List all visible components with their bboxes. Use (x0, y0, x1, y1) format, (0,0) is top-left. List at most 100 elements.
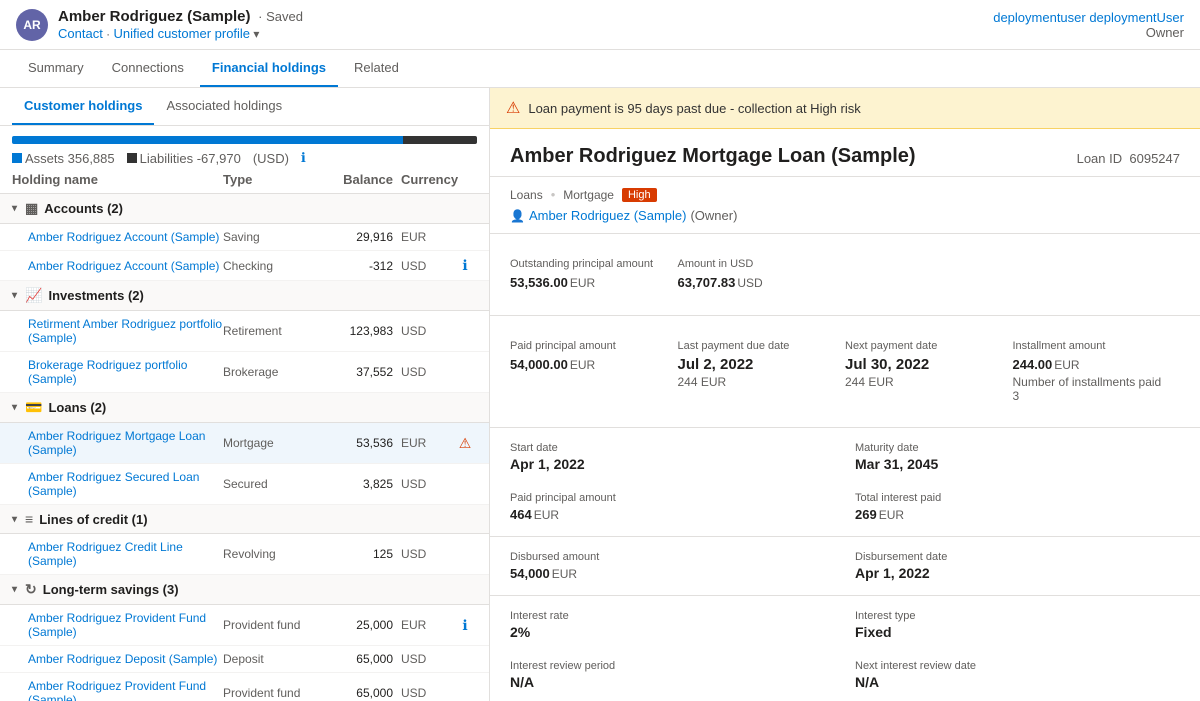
item-type: Provident fund (223, 686, 323, 700)
list-item[interactable]: Amber Rodriguez Mortgage Loan (Sample) M… (0, 423, 489, 464)
list-item[interactable]: Amber Rodriguez Provident Fund (Sample) … (0, 605, 489, 646)
item-balance: 3,825 (323, 477, 393, 491)
tab-associated-holdings[interactable]: Associated holdings (154, 88, 294, 125)
liabilities-bar (403, 136, 477, 144)
amount-usd-cell: Amount in USD 63,707.83USD (678, 250, 846, 299)
item-balance: 125 (323, 547, 393, 561)
nav-summary[interactable]: Summary (16, 50, 96, 87)
last-payment-cell: Last payment due date Jul 2, 2022 244 EU… (678, 332, 846, 411)
item-balance: 123,983 (323, 324, 393, 338)
group-accounts-label: Accounts (2) (44, 201, 123, 216)
list-item[interactable]: Brokerage Rodriguez portfolio (Sample) B… (0, 352, 489, 393)
list-item[interactable]: Amber Rodriguez Provident Fund (Sample) … (0, 673, 489, 701)
interest-rate-cell: Interest rate 2% (510, 604, 835, 646)
list-item[interactable]: Retirment Amber Rodriguez portfolio (Sam… (0, 311, 489, 352)
contact-link[interactable]: Contact (58, 26, 103, 41)
last-payment-sub: 244 EUR (678, 375, 834, 389)
item-type: Retirement (223, 324, 323, 338)
avatar: AR (16, 9, 48, 41)
total-interest-value: 269EUR (855, 506, 1180, 522)
last-payment-value: Jul 2, 2022 (678, 356, 834, 373)
maturity-date-cell: Maturity date Mar 31, 2045 (855, 436, 1180, 478)
placeholder-cell-1 (845, 250, 1013, 299)
item-type: Checking (223, 259, 323, 273)
item-currency: EUR (393, 230, 453, 244)
outstanding-principal-cell: Outstanding principal amount 53,536.00EU… (510, 250, 678, 299)
maturity-date-label: Maturity date (855, 442, 1180, 454)
item-type: Revolving (223, 547, 323, 561)
disbursed-cell: Disbursed amount 54,000EUR (510, 545, 835, 587)
interest-rate-value: 2% (510, 624, 835, 640)
interest-grid: Interest rate 2% Interest type Fixed Int… (510, 604, 1180, 696)
list-item[interactable]: Amber Rodriguez Account (Sample) Checkin… (0, 251, 489, 281)
item-balance: 65,000 (323, 652, 393, 666)
col-header-type: Type (223, 172, 323, 187)
alert-text: Loan payment is 95 days past due - colle… (528, 101, 860, 116)
list-item[interactable]: Amber Rodriguez Secured Loan (Sample) Se… (0, 464, 489, 505)
owner-name: Amber Rodriguez (Sample) (529, 208, 687, 223)
group-investments[interactable]: ▾ 📈 Investments (2) (0, 281, 489, 311)
chart-legend: Assets 356,885 Liabilities -67,970 (USD)… (12, 150, 477, 166)
chevron-down-icon: ▾ (12, 514, 17, 525)
tab-customer-holdings[interactable]: Customer holdings (12, 88, 154, 125)
detail-grid-main: Outstanding principal amount 53,536.00EU… (490, 234, 1200, 316)
nav-related[interactable]: Related (342, 50, 411, 87)
interest-rate-label: Interest rate (510, 610, 835, 622)
interest-type-value: Fixed (855, 624, 1180, 640)
amount-usd-value: 63,707.83USD (678, 274, 834, 291)
investments-icon: 📈 (25, 287, 42, 304)
person-icon: 👤 (510, 209, 525, 223)
meta-owner: 👤 Amber Rodriguez (Sample) (Owner) (510, 208, 1180, 223)
item-name: Amber Rodriguez Provident Fund (Sample) (28, 679, 223, 701)
group-loans[interactable]: ▾ 💳 Loans (2) (0, 393, 489, 423)
loan-id-label: Loan ID (1077, 151, 1123, 166)
col-header-action (453, 172, 477, 187)
installment-label: Installment amount (1013, 340, 1169, 352)
nav-connections[interactable]: Connections (100, 50, 196, 87)
paid-principal2-cell: Paid principal amount 464EUR (510, 486, 835, 528)
profile-link[interactable]: Unified customer profile (113, 26, 250, 41)
list-header: Holding name Type Balance Currency (0, 166, 489, 194)
next-payment-cell: Next payment date Jul 30, 2022 244 EUR (845, 332, 1013, 411)
accounts-icon: ▦ (25, 200, 38, 217)
list-item[interactable]: Amber Rodriguez Credit Line (Sample) Rev… (0, 534, 489, 575)
col-header-balance: Balance (323, 172, 393, 187)
next-payment-value: Jul 30, 2022 (845, 356, 1001, 373)
asset-liability-bar (12, 136, 477, 144)
list-item[interactable]: Amber Rodriguez Deposit (Sample) Deposit… (0, 646, 489, 673)
alert-icon: ⚠ (506, 98, 520, 118)
risk-badge: High (622, 188, 657, 202)
start-date-cell: Start date Apr 1, 2022 (510, 436, 835, 478)
disbursement-date-value: Apr 1, 2022 (855, 565, 1180, 581)
group-loans-label: Loans (2) (48, 400, 106, 415)
item-currency: USD (393, 477, 453, 491)
meta-tags: Loans • Mortgage High (510, 187, 1180, 202)
detail-title-block: Amber Rodriguez Mortgage Loan (Sample) (510, 145, 916, 168)
paid-principal-value: 54,000.00EUR (510, 356, 666, 373)
currency-label: (USD) (253, 151, 289, 166)
nav-financial-holdings[interactable]: Financial holdings (200, 50, 338, 87)
col-header-currency: Currency (393, 172, 453, 187)
installment-value: 244.00EUR (1013, 356, 1169, 373)
item-balance: 25,000 (323, 618, 393, 632)
group-accounts[interactable]: ▾ ▦ Accounts (2) (0, 194, 489, 224)
disbursed-label: Disbursed amount (510, 551, 835, 563)
group-loc-label: Lines of credit (1) (39, 512, 147, 527)
dates-grid: Start date Apr 1, 2022 Maturity date Mar… (510, 436, 1180, 528)
group-lines-of-credit[interactable]: ▾ ≡ Lines of credit (1) (0, 505, 489, 534)
tab-bar: Customer holdings Associated holdings (0, 88, 489, 126)
info-icon: ℹ (301, 150, 306, 166)
item-type: Saving (223, 230, 323, 244)
list-item[interactable]: Amber Rodriguez Account (Sample) Saving … (0, 224, 489, 251)
outstanding-value: 53,536.00EUR (510, 274, 666, 291)
interest-section: Interest rate 2% Interest type Fixed Int… (490, 596, 1200, 701)
chevron-down-icon: ▾ (12, 290, 17, 301)
item-name: Amber Rodriguez Provident Fund (Sample) (28, 611, 223, 639)
paid-principal2-label: Paid principal amount (510, 492, 835, 504)
group-long-term-savings[interactable]: ▾ ↻ Long-term savings (3) (0, 575, 489, 605)
next-review-value: N/A (855, 674, 1180, 690)
item-balance: 53,536 (323, 436, 393, 450)
item-currency: USD (393, 652, 453, 666)
item-currency: USD (393, 324, 453, 338)
header-subtitle: Contact · Unified customer profile ▾ (58, 26, 303, 41)
